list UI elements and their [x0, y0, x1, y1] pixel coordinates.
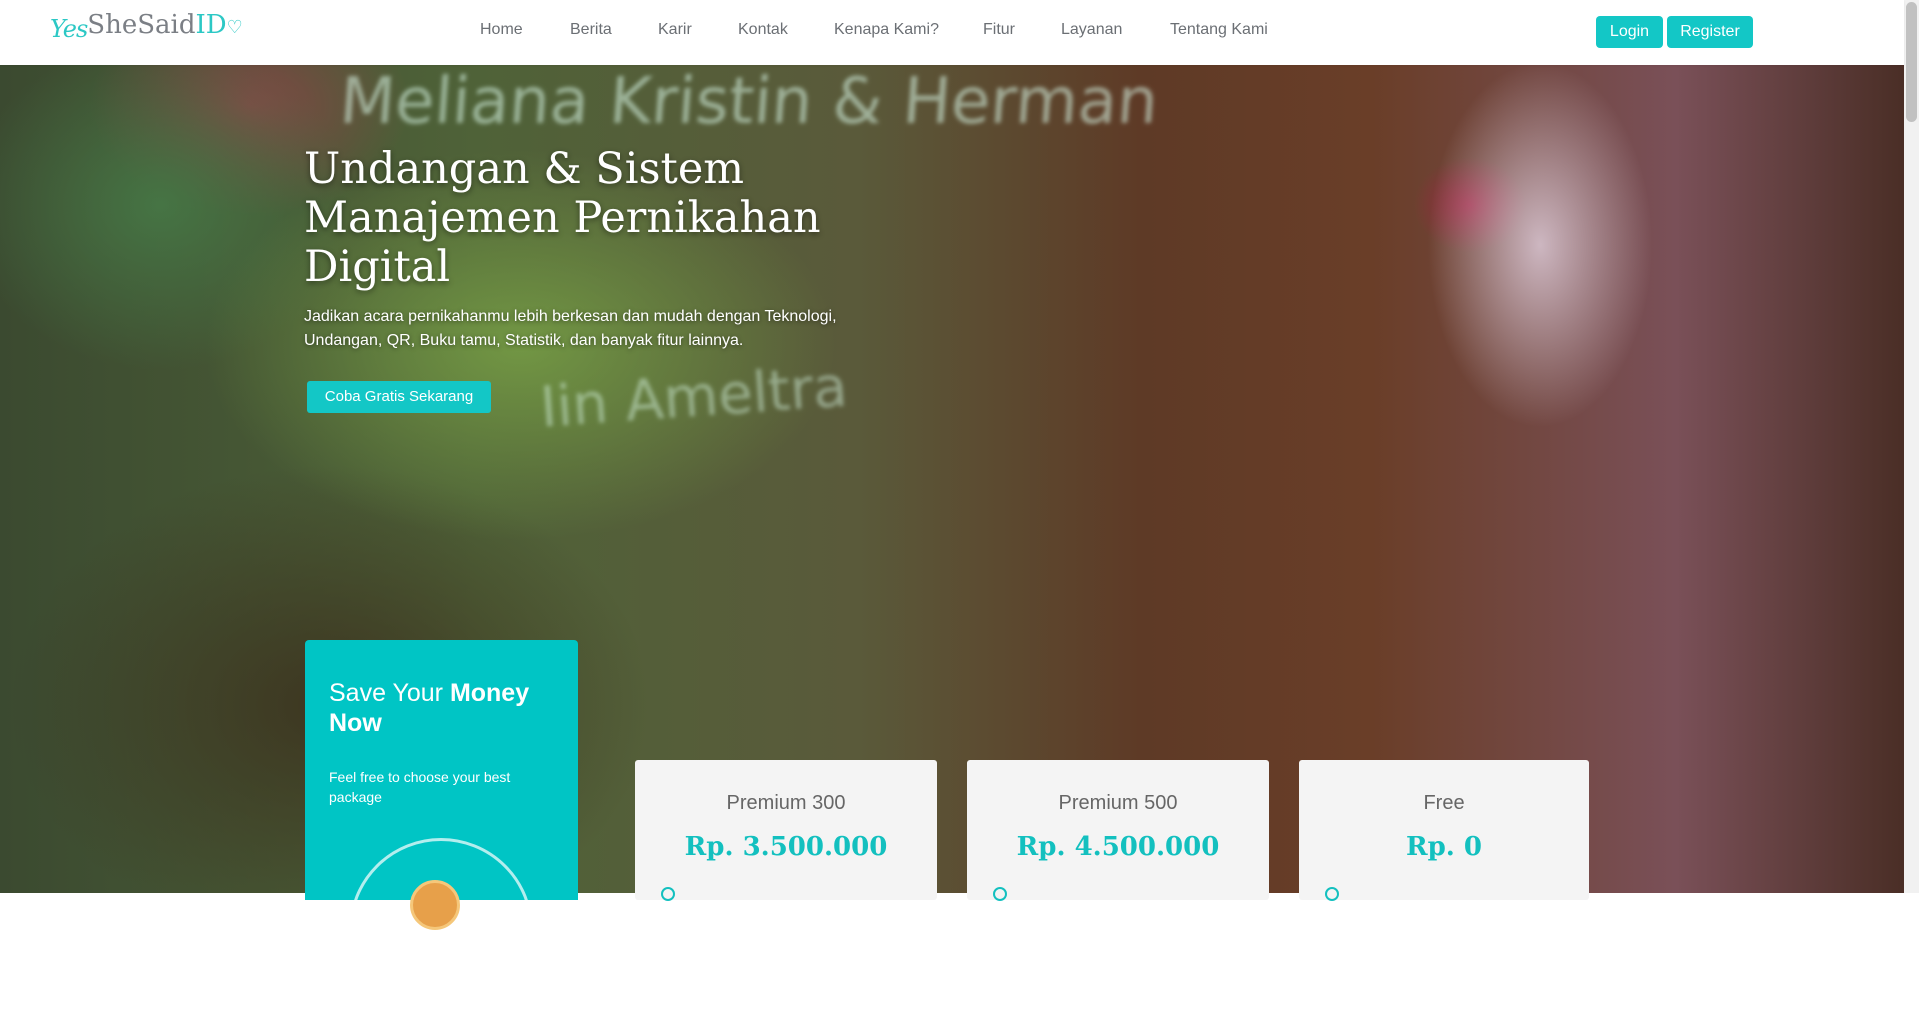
navbar: YesSheSaidID♡ Home Berita Karir Kontak K…: [0, 0, 1904, 65]
check-circle-icon: [1325, 887, 1339, 901]
hero-subtitle: Jadikan acara pernikahanmu lebih berkesa…: [304, 308, 837, 349]
check-circle-icon: [993, 887, 1007, 901]
plan-name: Premium 500: [1058, 792, 1178, 814]
try-free-button[interactable]: Coba Gratis Sekarang: [307, 381, 491, 413]
login-button[interactable]: Login: [1596, 16, 1663, 48]
check-circle-icon: [661, 887, 675, 901]
hero-title: Undangan & Sistem Manajemen Pernikahan D…: [304, 144, 821, 292]
nav-link-karir[interactable]: Karir: [658, 21, 692, 39]
nav-link-tentang-kami[interactable]: Tentang Kami: [1170, 21, 1268, 39]
hero-section: Meliana Kristin & Herman Iin Ameltra Und…: [0, 65, 1904, 893]
nav-link-layanan[interactable]: Layanan: [1061, 21, 1122, 39]
pricing-intro-title: Save Your Money Now: [329, 678, 559, 738]
nav-link-berita[interactable]: Berita: [570, 21, 612, 39]
illustration-circle: [349, 838, 533, 1022]
pricing-card-free[interactable]: Free Rp. 0: [1299, 760, 1589, 901]
register-button[interactable]: Register: [1667, 16, 1753, 48]
pricing-intro-title-normal: Save Your: [329, 679, 450, 707]
scrollbar-thumb[interactable]: [1906, 2, 1917, 122]
pricing-intro-description: Feel free to choose your best package: [329, 769, 511, 805]
plan-price: Rp. 4.500.000: [1016, 832, 1220, 862]
illustration-avatar-icon: [410, 880, 460, 930]
nav-link-fitur[interactable]: Fitur: [983, 21, 1015, 39]
hero-background-text-2: Iin Ameltra: [538, 354, 850, 441]
plan-price: Rp. 3.500.000: [684, 832, 888, 862]
pricing-card-premium-300[interactable]: Premium 300 Rp. 3.500.000: [635, 760, 937, 901]
plan-name: Free: [1423, 792, 1465, 814]
plan-name: Premium 300: [726, 792, 846, 814]
nav-link-kenapa-kami[interactable]: Kenapa Kami?: [834, 21, 939, 39]
nav-link-home[interactable]: Home: [480, 21, 523, 39]
hero-background-text-1: Meliana Kristin & Herman: [337, 65, 1161, 139]
page-scrollbar[interactable]: [1904, 0, 1919, 893]
pricing-card-premium-500[interactable]: Premium 500 Rp. 4.500.000: [967, 760, 1269, 901]
nav-link-kontak[interactable]: Kontak: [738, 21, 788, 39]
pricing-intro-card: Save Your Money Now Feel free to choose …: [305, 640, 578, 1022]
plan-price: Rp. 0: [1406, 832, 1482, 862]
